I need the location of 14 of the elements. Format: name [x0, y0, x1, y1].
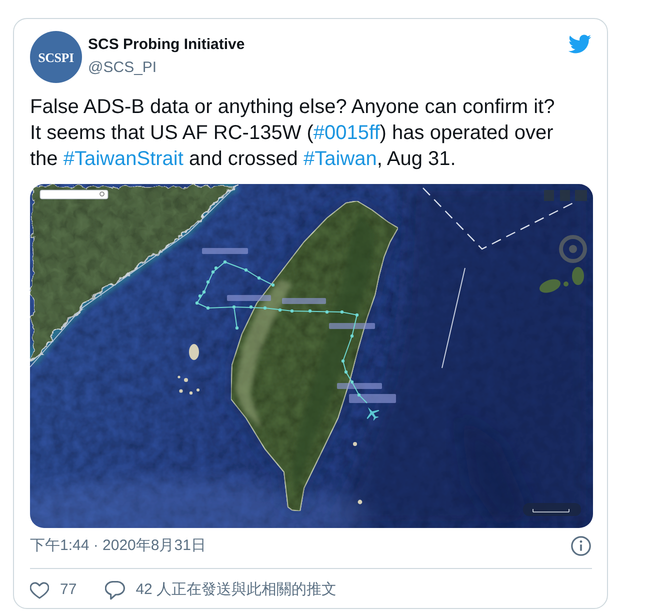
author-name[interactable]: SCS Probing Initiative: [88, 36, 245, 54]
avatar-logo[interactable]: SCSPI: [30, 31, 82, 83]
hashtag-link[interactable]: #0015ff: [313, 122, 380, 144]
speech-bubble-icon: [104, 580, 125, 600]
like-link[interactable]: 77: [30, 579, 77, 601]
author-handle[interactable]: @SCS_PI: [88, 59, 157, 77]
tweet-text: False ADS-B data or anything else? Anyone can confirm it? It seems that US AF RC-135W (#0015ff) has operated over the #TaiwanStrait and crossed #Taiwan, Aug 31.: [30, 95, 556, 172]
info-icon[interactable]: [571, 536, 591, 556]
hashtag-link[interactable]: #TaiwanStrait: [63, 148, 184, 170]
heart-icon: [30, 582, 49, 598]
hashtag-link[interactable]: #Taiwan: [304, 148, 377, 170]
bird-icon[interactable]: [567, 34, 592, 54]
conversation-link[interactable]: 42 人正在發送與此相關的推文: [104, 579, 337, 601]
timestamp-link[interactable]: 下午1:44 · 2020年8月31日: [30, 535, 206, 557]
